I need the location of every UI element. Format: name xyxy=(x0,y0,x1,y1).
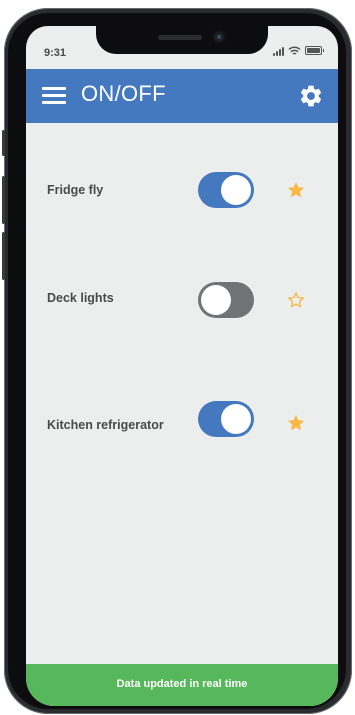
device-toggle[interactable] xyxy=(198,172,254,208)
status-time: 9:31 xyxy=(44,47,67,59)
star-outline-icon[interactable] xyxy=(286,290,306,310)
side-button xyxy=(2,130,5,156)
gear-icon[interactable] xyxy=(298,83,324,109)
app-header: ON/OFF xyxy=(26,69,338,123)
side-button xyxy=(2,176,5,224)
device-toggle[interactable] xyxy=(198,401,254,437)
page-title: ON/OFF xyxy=(81,81,166,106)
device-toggle[interactable] xyxy=(198,282,254,318)
notch xyxy=(96,26,268,54)
footer-message: Data updated in real time xyxy=(116,678,248,690)
toggle-knob xyxy=(221,404,251,434)
star-filled-icon[interactable] xyxy=(286,413,306,433)
battery-icon xyxy=(305,46,324,55)
toggle-knob xyxy=(221,175,251,205)
status-footer: Data updated in real time xyxy=(26,664,338,706)
speaker-grille xyxy=(158,35,202,40)
app-screen: 9:31 ON/OFF Fridge fly Deck lights Kitch… xyxy=(26,26,338,706)
device-label: Deck lights xyxy=(47,291,114,305)
front-camera xyxy=(214,32,224,42)
signal-icon xyxy=(273,46,284,56)
device-label: Fridge fly xyxy=(47,183,104,197)
device-label: Kitchen refrigerator xyxy=(47,418,164,432)
toggle-knob xyxy=(201,285,231,315)
hamburger-menu-icon[interactable] xyxy=(42,87,66,105)
star-filled-icon[interactable] xyxy=(286,180,306,200)
side-button xyxy=(2,232,5,280)
wifi-icon xyxy=(288,46,301,55)
status-icons xyxy=(273,46,324,56)
